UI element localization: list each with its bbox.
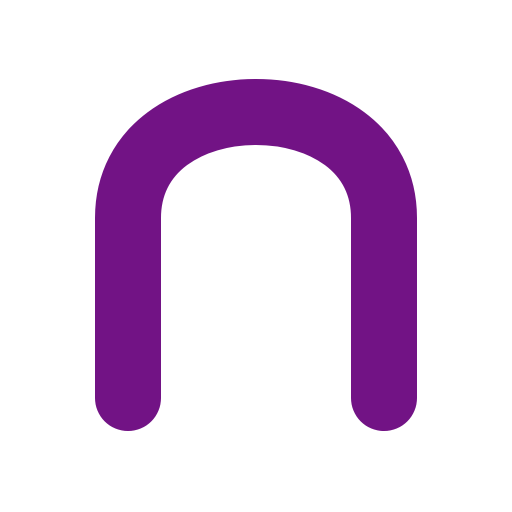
arch-stroke	[95, 79, 417, 431]
arch-n-icon	[95, 79, 417, 431]
logo-canvas	[0, 0, 512, 512]
